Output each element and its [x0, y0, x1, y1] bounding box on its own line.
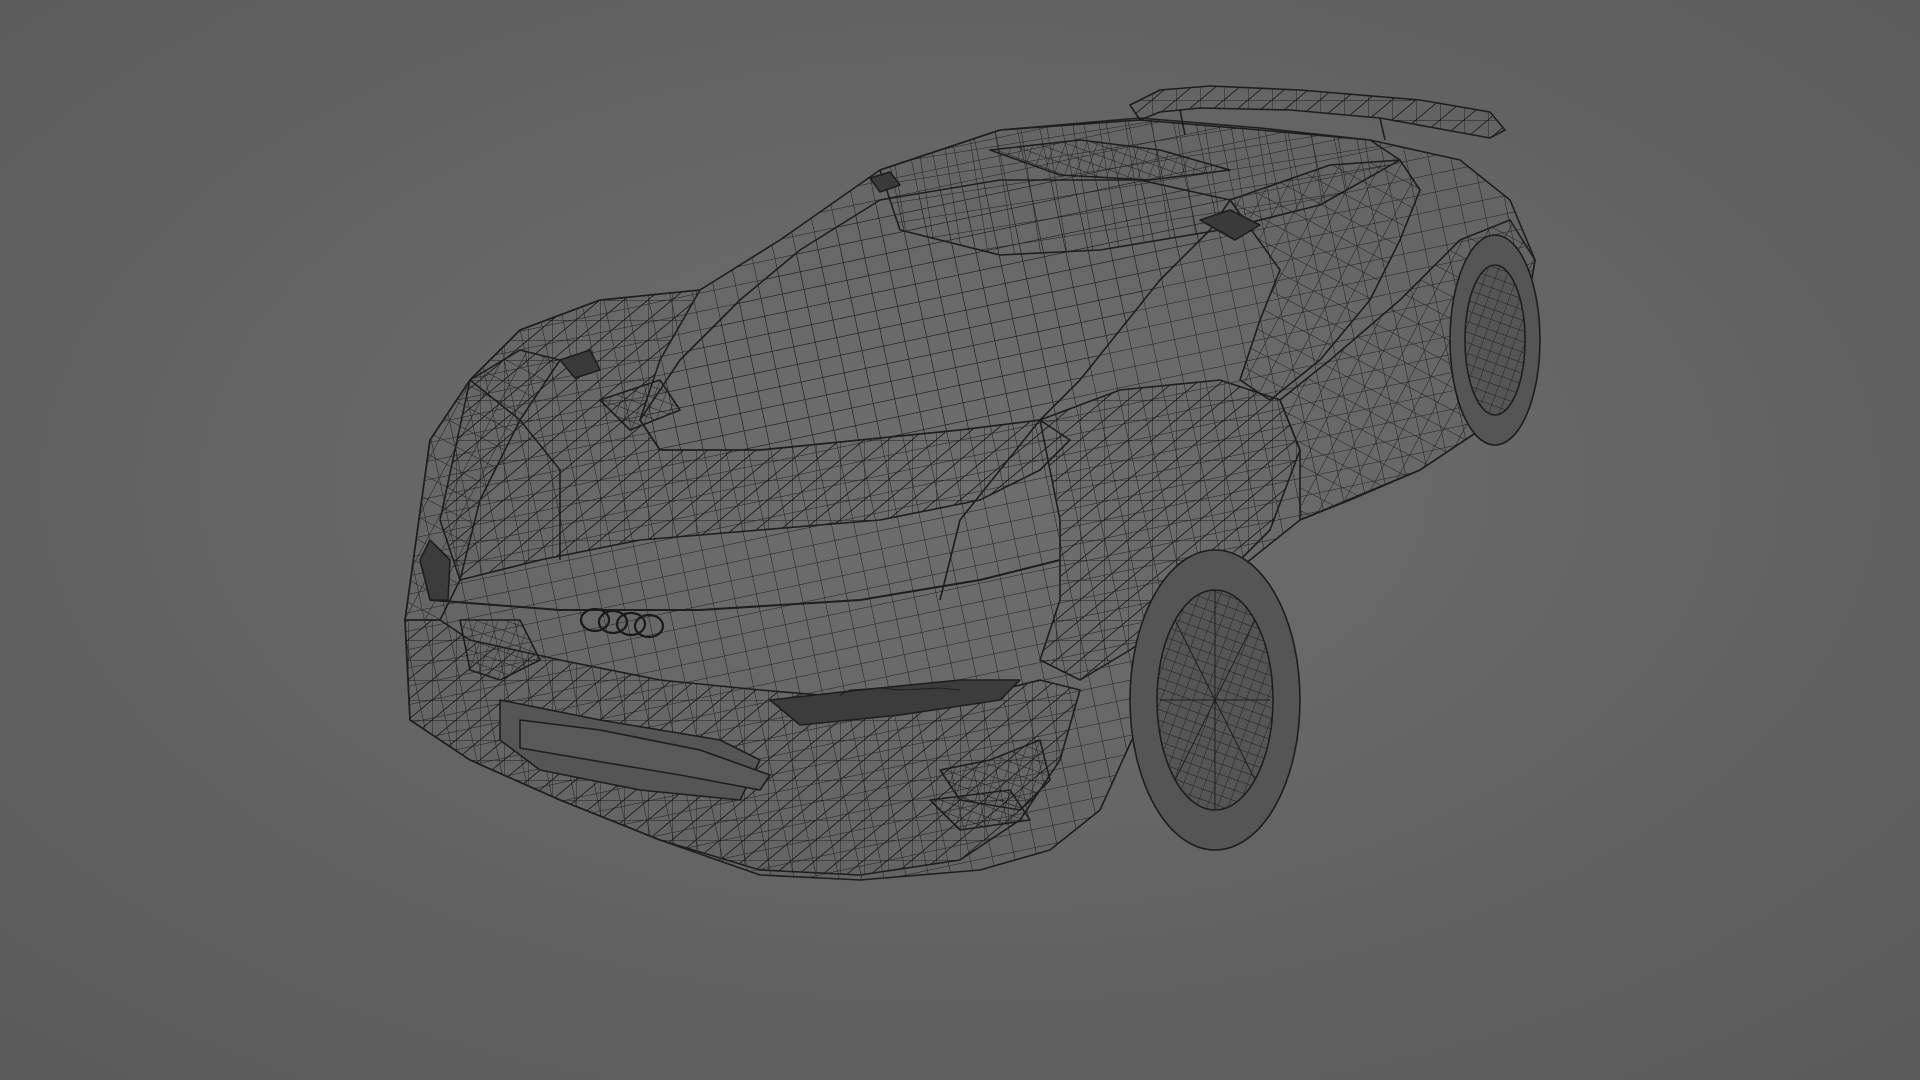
rear-right-wheel-rim — [1464, 264, 1526, 416]
front-wheel-spokes — [1160, 590, 1270, 810]
wireframe-render — [0, 0, 1920, 1080]
3d-viewport[interactable] — [0, 0, 1920, 1080]
